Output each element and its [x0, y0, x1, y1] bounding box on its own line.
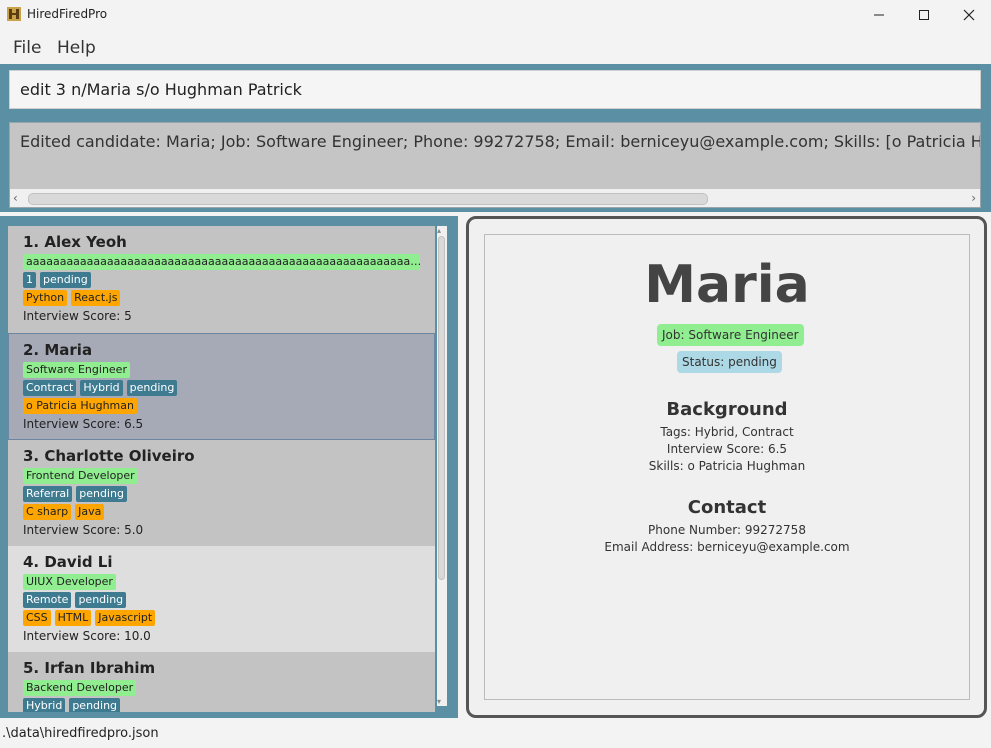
horizontal-scroll-thumb[interactable] — [28, 193, 708, 205]
window-title: HiredFiredPro — [27, 7, 108, 21]
detail-interview-score: Interview Score: 6.5 — [666, 442, 788, 456]
candidate-card-selected[interactable]: 2. Maria Software Engineer Contract Hybri… — [8, 333, 435, 440]
skill-tag: C sharp — [23, 504, 72, 520]
tag: pending — [69, 698, 121, 712]
candidate-card[interactable]: 4. David Li UIUX Developer Remote pending… — [8, 546, 435, 652]
tag: pending — [76, 486, 127, 502]
interview-score: Interview Score: 6.5 — [23, 417, 144, 431]
maximize-button[interactable] — [901, 0, 947, 30]
tag: pending — [75, 592, 127, 608]
minimize-icon — [874, 14, 884, 16]
candidate-name: 5. Irfan Ibrahim — [23, 659, 156, 677]
tag: Hybrid — [80, 380, 123, 396]
interview-score: Interview Score: 5.0 — [23, 523, 144, 537]
job-tag: Frontend Developer — [23, 468, 138, 484]
skill-tag: HTML — [54, 610, 92, 626]
job-tag: Software Engineer — [23, 362, 130, 378]
tag: Hybrid — [23, 698, 66, 712]
scroll-up-icon[interactable]: ▴ — [437, 226, 441, 235]
maximize-icon — [919, 10, 929, 20]
menu-bar: File Help — [0, 30, 991, 64]
close-button[interactable] — [946, 0, 991, 30]
tag: 1 — [23, 272, 36, 288]
skill-tag: CSS — [23, 610, 51, 626]
candidate-name: 4. David Li — [23, 553, 113, 571]
skill-tag: React.js — [71, 290, 121, 306]
tag: Referral — [23, 486, 73, 502]
result-message: Edited candidate: Maria; Job: Software E… — [20, 132, 980, 151]
detail-tags: Tags: Hybrid, Contract — [660, 425, 794, 439]
candidate-card[interactable]: 1. Alex Yeoh aaaaaaaaaaaaaaaaaaaaaaaaaaa… — [8, 226, 435, 332]
candidate-name: 3. Charlotte Oliveiro — [23, 447, 195, 465]
tag: Remote — [23, 592, 72, 608]
app-logo-icon — [7, 7, 21, 21]
job-tag: Backend Developer — [23, 680, 137, 696]
job-tag: aaaaaaaaaaaaaaaaaaaaaaaaaaaaaaaaaaaaaaaa… — [23, 254, 420, 270]
close-icon — [963, 9, 975, 21]
detail-skills: Skills: o Patricia Hughman — [648, 459, 806, 473]
status-bar: .\data\hiredfiredpro.json — [0, 718, 991, 748]
data-file-path: .\data\hiredfiredpro.json — [2, 726, 159, 741]
command-input[interactable]: edit 3 n/Maria s/o Hughman Patrick — [9, 70, 981, 109]
result-display: Edited candidate: Maria; Job: Software E… — [9, 122, 981, 208]
skill-tag: Python — [23, 290, 68, 306]
tag: pending — [40, 272, 91, 288]
candidate-card[interactable]: 3. Charlotte Oliveiro Frontend Developer… — [8, 440, 435, 546]
scroll-down-icon[interactable]: ▾ — [437, 697, 441, 706]
skill-tag: Javascript — [95, 610, 156, 626]
candidate-name: 2. Maria — [23, 341, 93, 359]
interview-score: Interview Score: 10.0 — [23, 629, 151, 643]
candidate-list-panel: 1. Alex Yeoh aaaaaaaaaaaaaaaaaaaaaaaaaaa… — [0, 216, 458, 718]
menu-file[interactable]: File — [13, 38, 41, 58]
scroll-right-icon[interactable]: › — [971, 191, 976, 205]
tag: pending — [126, 380, 178, 396]
candidate-list: 1. Alex Yeoh aaaaaaaaaaaaaaaaaaaaaaaaaaa… — [8, 226, 435, 712]
detail-status-badge: Status: pending — [677, 351, 782, 373]
interview-score: Interview Score: 5 — [23, 309, 132, 323]
detail-job-badge: Job: Software Engineer — [657, 324, 804, 346]
title-bar: HiredFiredPro — [0, 0, 991, 30]
job-tag: UIUX Developer — [23, 574, 116, 590]
background-heading: Background — [666, 399, 788, 420]
detail-name: Maria — [644, 255, 810, 315]
detail-phone: Phone Number: 99272758 — [648, 523, 806, 537]
detail-email: Email Address: berniceyu@example.com — [604, 540, 850, 554]
horizontal-scrollbar[interactable]: ‹ › — [10, 189, 980, 207]
candidate-name: 1. Alex Yeoh — [23, 233, 127, 251]
minimize-button[interactable] — [856, 0, 902, 30]
vertical-scroll-thumb[interactable] — [438, 236, 445, 580]
tag: Contract — [23, 380, 77, 396]
candidate-detail: Maria Job: Software Engineer Status: pen… — [484, 234, 970, 700]
candidate-card[interactable]: 5. Irfan Ibrahim Backend Developer Hybri… — [8, 652, 435, 712]
skill-tag: o Patricia Hughman — [23, 398, 137, 414]
skill-tag: Java — [75, 504, 105, 520]
scroll-left-icon[interactable]: ‹ — [13, 191, 18, 205]
contact-heading: Contact — [687, 497, 767, 518]
vertical-scrollbar[interactable]: ▴ ▾ — [437, 226, 447, 706]
menu-help[interactable]: Help — [57, 38, 96, 58]
